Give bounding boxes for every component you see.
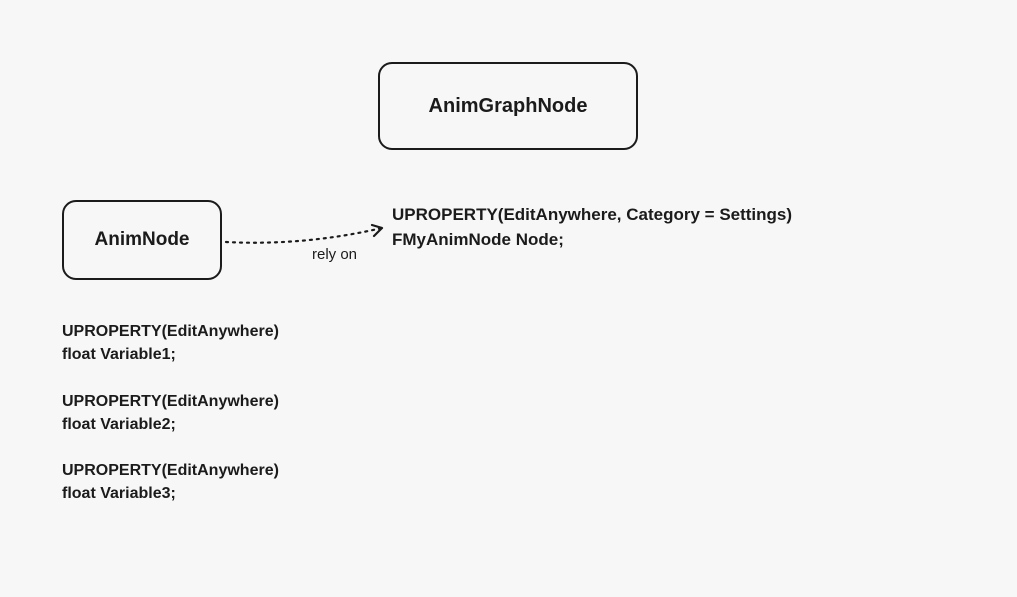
diagram-canvas: AnimGraphNode AnimNode rely on UPROPERTY… xyxy=(0,0,1017,597)
rely-on-label: rely on xyxy=(312,246,357,263)
anim-graph-node-box: AnimGraphNode xyxy=(378,62,638,150)
rely-on-arrow xyxy=(224,214,392,260)
anim-node-properties: UPROPERTY(EditAnywhere) float Variable1;… xyxy=(62,320,279,506)
anim-node-title: AnimNode xyxy=(95,229,190,251)
anim-graph-node-properties: UPROPERTY(EditAnywhere, Category = Setti… xyxy=(392,203,792,252)
anim-node-box: AnimNode xyxy=(62,200,222,280)
anim-graph-node-title: AnimGraphNode xyxy=(429,95,588,118)
